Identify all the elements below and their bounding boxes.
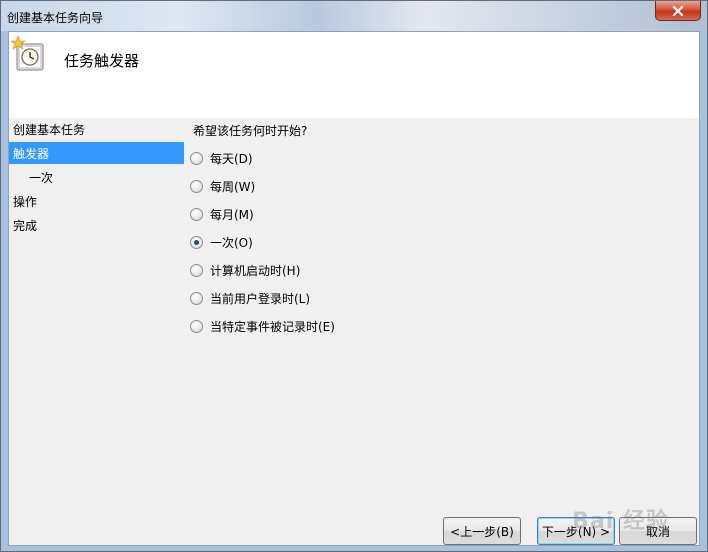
task-clock-icon [10, 35, 47, 76]
question-label: 希望该任务何时开始? [193, 124, 308, 138]
option-event-logged-label[interactable]: 当特定事件被记录时(E) [210, 318, 335, 335]
title-bar[interactable]: 创建基本任务向导 [1, 1, 707, 31]
close-button[interactable] [655, 1, 701, 21]
radio-user-logon[interactable] [190, 291, 203, 305]
wizard-client-area: 任务触发器 创建基本任务 触发器 一次 操作 完成 希望该任务何时开始? 每天(… [8, 31, 700, 546]
next-button[interactable]: 下一步(N) > [537, 517, 615, 545]
close-icon [672, 5, 684, 16]
steps-panel: 创建基本任务 触发器 一次 操作 完成 [9, 118, 189, 538]
option-computer-startup-label[interactable]: 计算机启动时(H) [210, 262, 300, 279]
option-monthly[interactable]: 每月(M) [190, 205, 254, 223]
wizard-window: 创建基本任务向导 任务触发器 创建基本任务 触发器 一次 操作 完成 希望该任务… [0, 0, 708, 552]
window-title: 创建基本任务向导 [7, 11, 104, 25]
option-weekly-label[interactable]: 每周(W) [210, 178, 255, 195]
page-title: 任务触发器 [64, 52, 140, 70]
step-trigger: 触发器 [9, 142, 184, 164]
option-event-logged[interactable]: 当特定事件被记录时(E) [190, 317, 335, 335]
radio-computer-startup[interactable] [190, 263, 203, 277]
cancel-button[interactable]: 取消 [619, 517, 697, 545]
back-button[interactable]: <上一步(B) [443, 517, 521, 545]
radio-daily[interactable] [190, 151, 203, 165]
wizard-header: 任务触发器 [9, 32, 699, 118]
step-create-basic-task: 创建基本任务 [13, 123, 86, 137]
option-user-logon-label[interactable]: 当前用户登录时(L) [210, 290, 310, 307]
radio-once[interactable] [190, 235, 203, 249]
step-action: 操作 [13, 195, 38, 209]
radio-weekly[interactable] [190, 179, 203, 193]
step-finish: 完成 [13, 219, 38, 233]
option-user-logon[interactable]: 当前用户登录时(L) [190, 289, 310, 307]
radio-event-logged[interactable] [190, 319, 203, 333]
option-daily-label[interactable]: 每天(D) [210, 150, 253, 167]
radio-monthly[interactable] [190, 207, 203, 221]
option-daily[interactable]: 每天(D) [190, 149, 253, 167]
option-weekly[interactable]: 每周(W) [190, 177, 255, 195]
step-once: 一次 [29, 171, 54, 185]
option-monthly-label[interactable]: 每月(M) [210, 206, 254, 223]
option-once-label[interactable]: 一次(O) [210, 234, 253, 251]
option-computer-startup[interactable]: 计算机启动时(H) [190, 261, 300, 279]
option-once[interactable]: 一次(O) [190, 233, 253, 251]
